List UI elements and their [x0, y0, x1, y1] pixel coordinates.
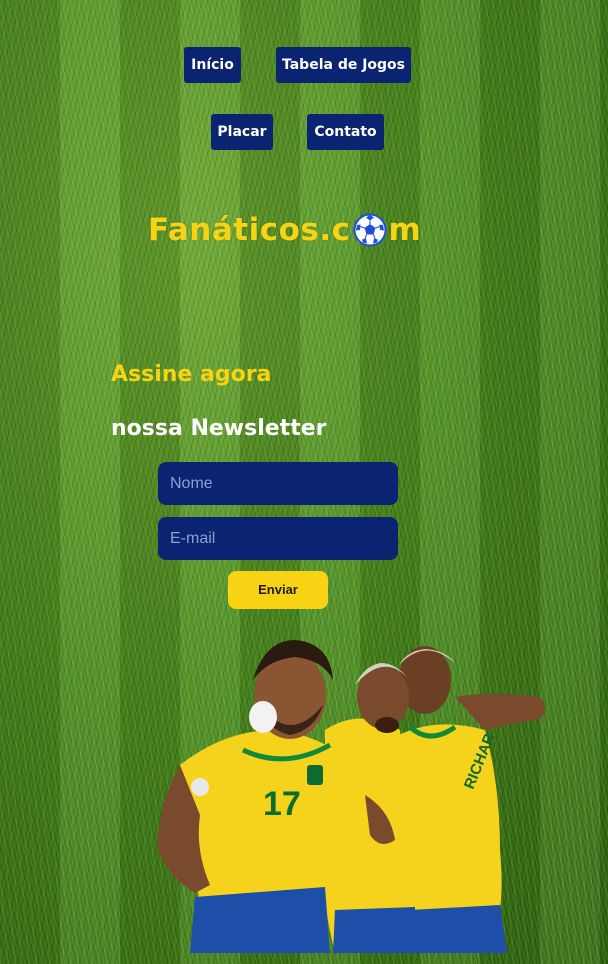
newsletter-subtitle: nossa Newsletter	[111, 416, 327, 441]
nav-link-contato[interactable]: Contato	[307, 114, 384, 150]
jersey-number: 17	[263, 785, 301, 823]
nav-link-inicio[interactable]: Início	[184, 47, 241, 83]
logo-text-start: Fanáticos.c	[148, 212, 351, 248]
name-input[interactable]	[158, 462, 398, 505]
logo-text-end: m	[388, 212, 422, 248]
site-logo[interactable]: Fanáticos.c m	[148, 205, 421, 255]
soccer-ball-icon	[353, 213, 386, 247]
players-celebrating-image: RICHAR 17	[157, 640, 545, 953]
submit-button[interactable]: Enviar	[228, 571, 328, 609]
email-input[interactable]	[158, 517, 398, 560]
newsletter-title: Assine agora	[111, 362, 272, 387]
nav-link-placar[interactable]: Placar	[211, 114, 273, 150]
nav-link-tabela-de-jogos[interactable]: Tabela de Jogos	[276, 47, 411, 83]
